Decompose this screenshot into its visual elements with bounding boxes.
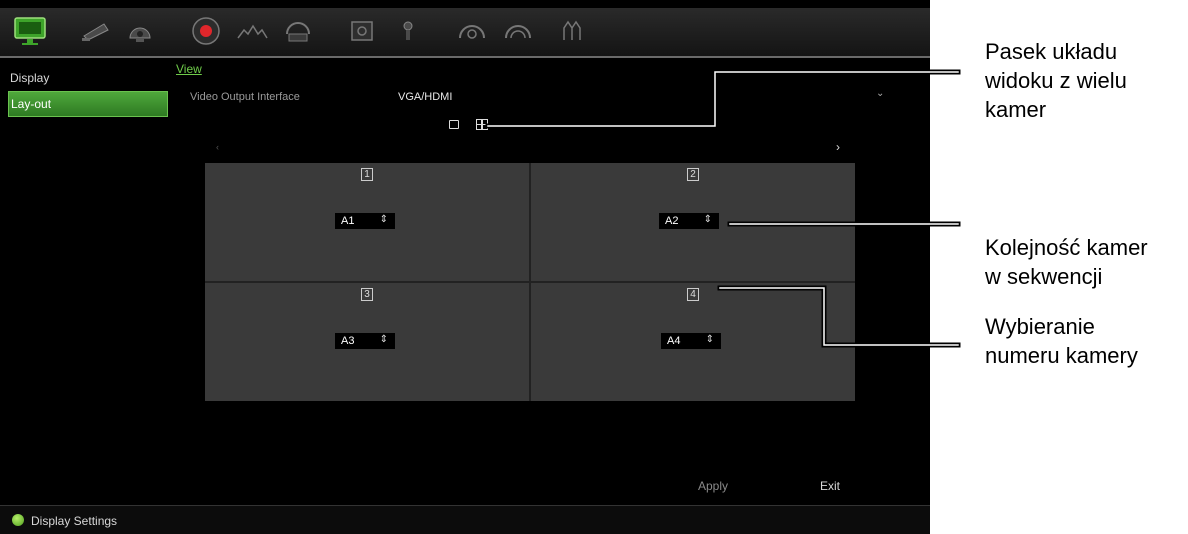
ptz-icon[interactable] [118, 8, 162, 54]
user-icon[interactable] [496, 8, 540, 54]
sidebar-item-layout[interactable]: Lay-out [8, 91, 168, 117]
storage-icon[interactable] [340, 8, 384, 54]
record-icon[interactable] [184, 8, 228, 54]
tab-view[interactable]: View [176, 62, 202, 76]
chevron-right-icon[interactable]: › [836, 140, 840, 154]
camera-select[interactable]: A1 ⇕ [335, 213, 395, 229]
chevron-down-icon[interactable]: ⌄ [876, 88, 884, 99]
spinner-icon[interactable]: ⇕ [380, 214, 388, 225]
shutdown-icon[interactable] [550, 8, 594, 54]
view-cell-3[interactable]: 3 A3 ⇕ [205, 283, 529, 401]
dvr-screen: Display Lay-out View Video Output Interf… [0, 0, 930, 534]
sidebar-item-display[interactable]: Display [8, 66, 168, 92]
camera-select[interactable]: A3 ⇕ [335, 333, 395, 349]
cell-number: 3 [361, 288, 373, 301]
view-cell-1[interactable]: 1 A1 ⇕ [205, 163, 529, 281]
camera-value: A1 [341, 215, 355, 227]
callout-layout-bar: Pasek układu widoku z wielu kamer [985, 39, 1127, 122]
camera-value: A3 [341, 335, 355, 347]
spinner-icon[interactable]: ⇕ [706, 334, 714, 345]
video-output-select[interactable]: VGA/HDMI [398, 91, 452, 103]
camera-icon[interactable] [74, 8, 118, 54]
camera-value: A4 [667, 335, 681, 347]
cell-number: 4 [687, 288, 699, 301]
sidebar: Display Lay-out [0, 60, 170, 460]
status-bar: Display Settings [0, 505, 930, 534]
device-icon[interactable] [386, 8, 430, 54]
apply-button[interactable]: Apply [698, 479, 728, 493]
exit-button[interactable]: Exit [820, 479, 840, 493]
system-icon[interactable] [450, 8, 494, 54]
status-icon [12, 514, 24, 526]
chevron-left-icon[interactable]: ‹ [216, 142, 219, 152]
multiview-grid: 1 A1 ⇕ 2 A2 ⇕ 3 A3 ⇕ 4 A4 ⇕ [205, 163, 855, 401]
cell-number: 1 [361, 168, 373, 181]
view-cell-2[interactable]: 2 A2 ⇕ [531, 163, 855, 281]
single-view-layout-icon[interactable] [449, 120, 459, 129]
video-output-label: Video Output Interface [190, 91, 300, 103]
main-toolbar [0, 8, 930, 58]
spinner-icon[interactable]: ⇕ [380, 334, 388, 345]
callout-camera-sequence: Kolejność kamer w sekwencji [985, 235, 1148, 289]
alarm-icon[interactable] [230, 8, 274, 54]
network-icon[interactable] [276, 8, 320, 54]
view-cell-4[interactable]: 4 A4 ⇕ [531, 283, 855, 401]
quad-view-layout-icon[interactable] [476, 119, 488, 130]
monitor-icon[interactable] [8, 8, 52, 54]
camera-select[interactable]: A2 ⇕ [659, 213, 719, 229]
cell-number: 2 [687, 168, 699, 181]
camera-select[interactable]: A4 ⇕ [661, 333, 721, 349]
status-text: Display Settings [31, 514, 118, 528]
callout-camera-select: Wybieranie numeru kamery [985, 314, 1138, 368]
camera-value: A2 [665, 215, 679, 227]
spinner-icon[interactable]: ⇕ [704, 214, 712, 225]
